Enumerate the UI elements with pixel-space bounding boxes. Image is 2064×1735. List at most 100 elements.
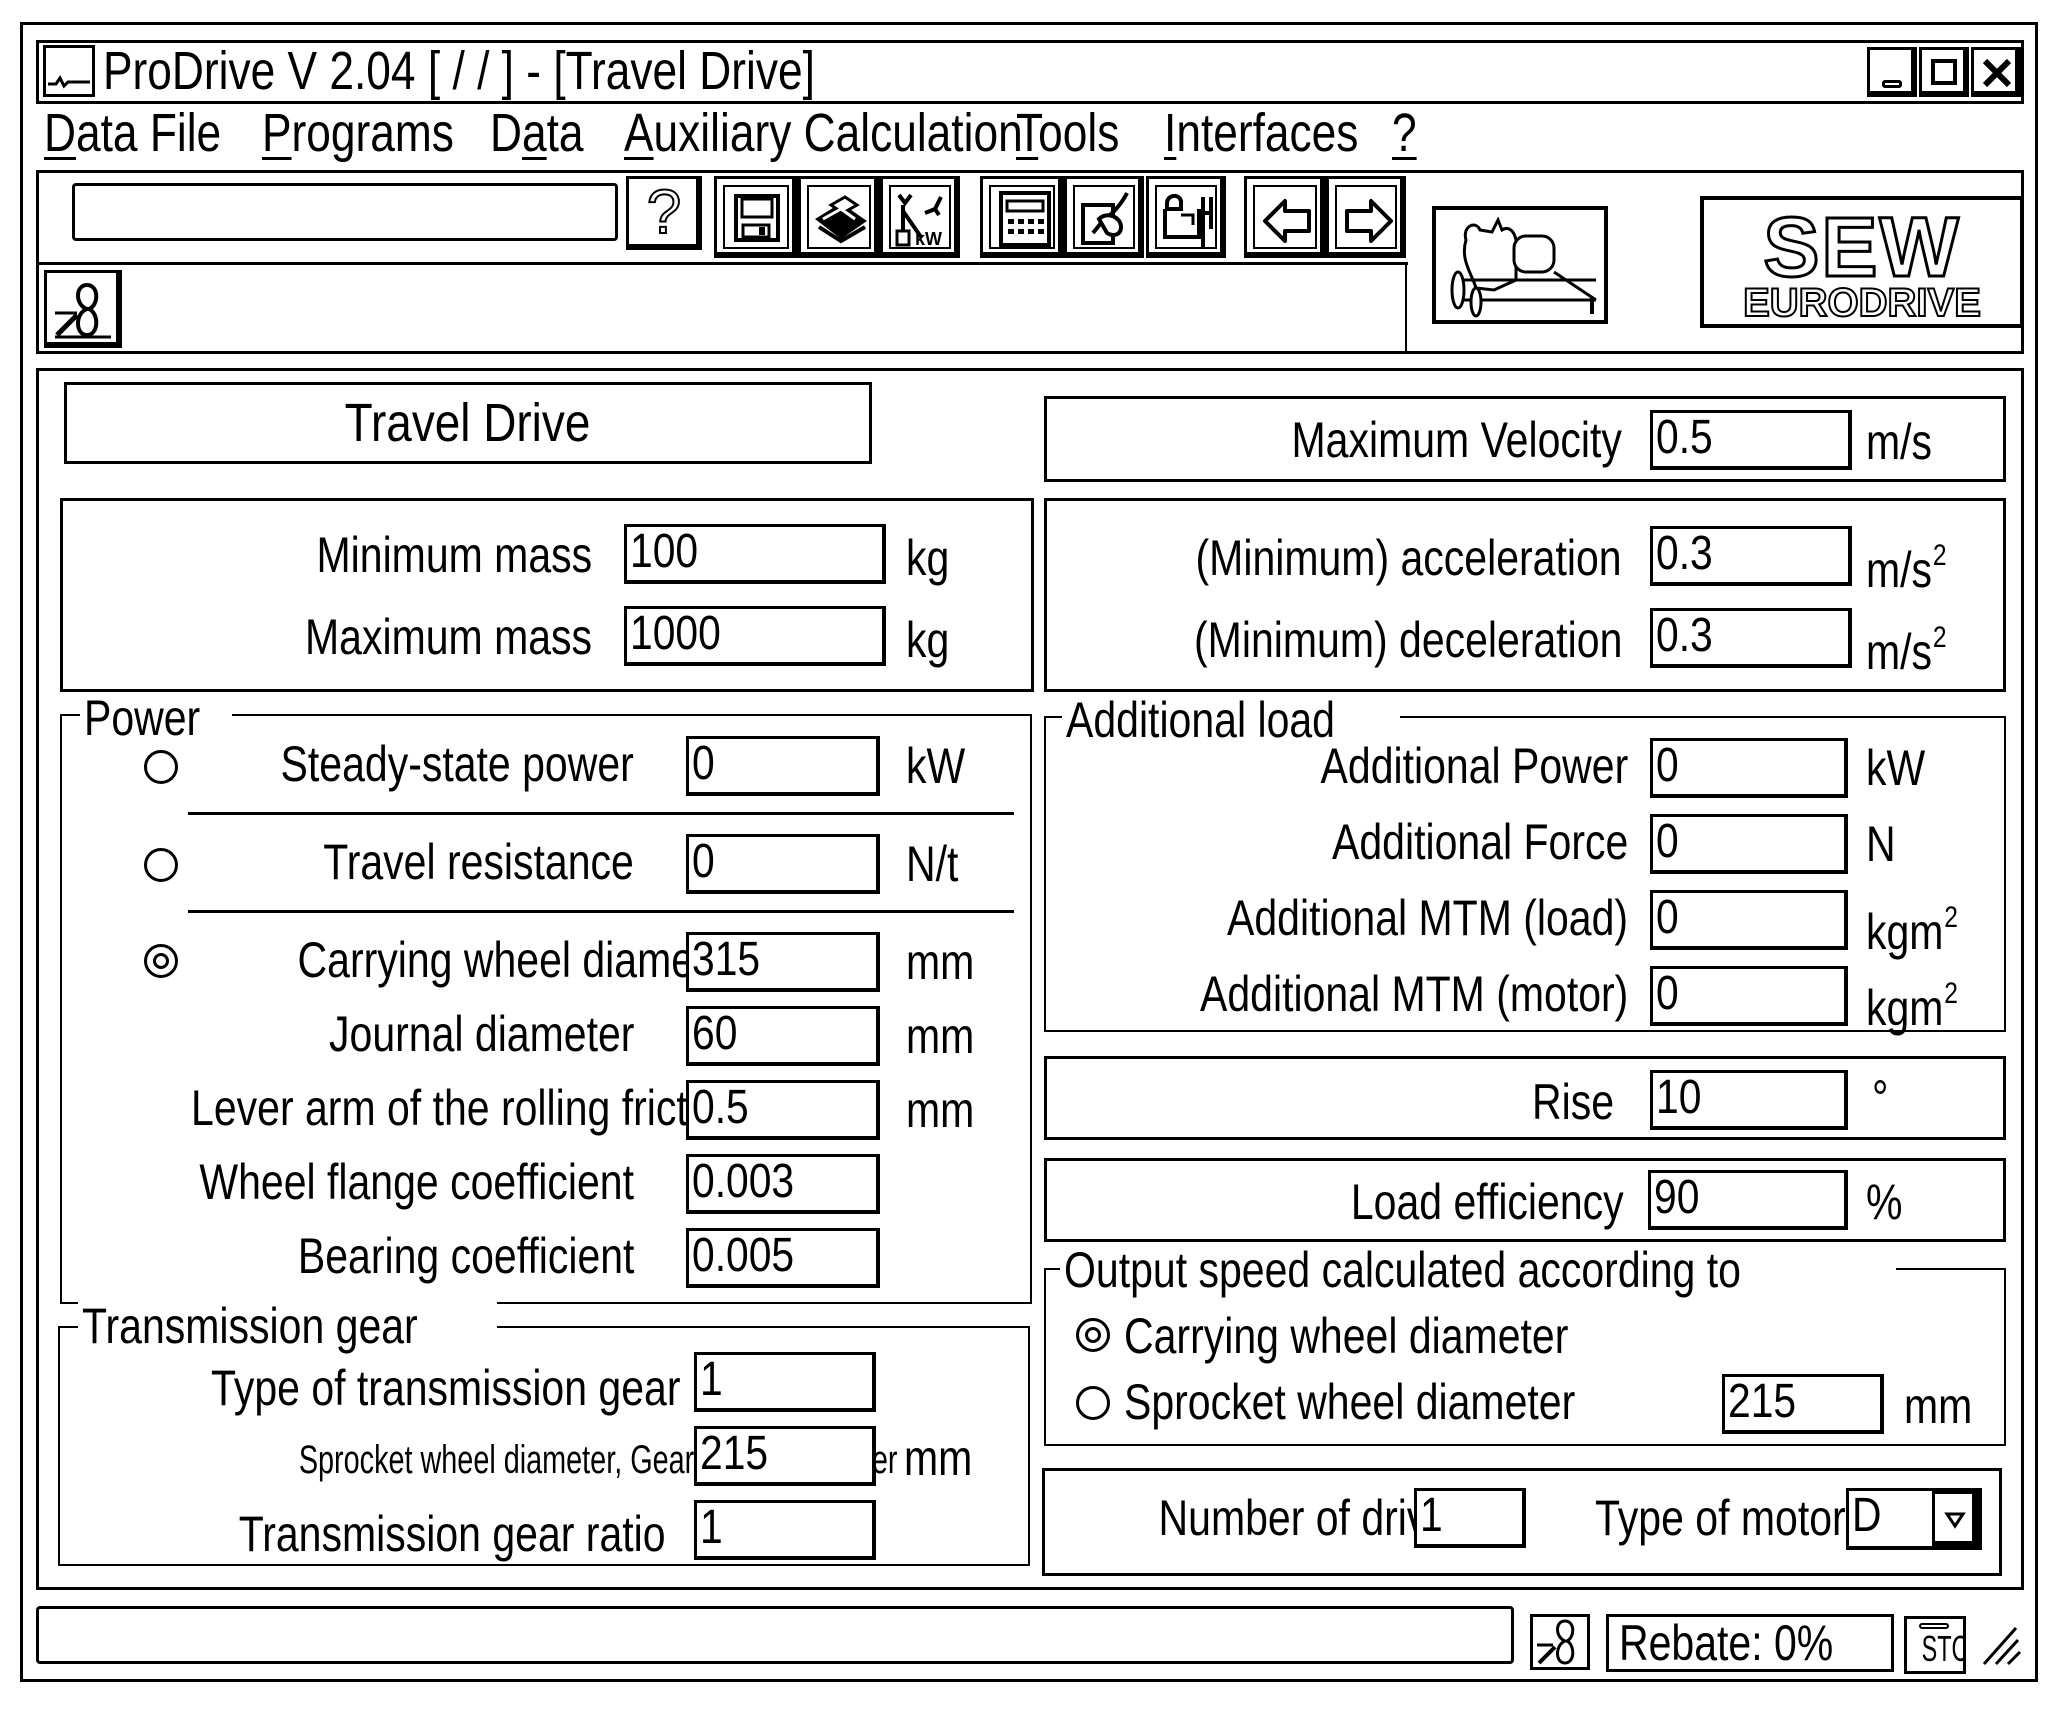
max-velocity-label: Maximum Velocity [1291,412,1622,468]
sprocket-gear-diameter-label: Sprocket wheel diameter, Gear wheel diam… [298,1438,898,1482]
steady-state-power-radio[interactable] [144,750,178,784]
additional-force-input[interactable]: 0 [1650,814,1848,874]
status-diagram-button[interactable] [1530,1614,1590,1670]
resize-grip-icon[interactable] [1980,1622,2024,1668]
sprocket-gear-diameter-input[interactable]: 215 [694,1426,876,1486]
carrying-wheel-label: Carrying wheel diameter [297,932,742,988]
load-efficiency-label: Load efficiency [1351,1174,1624,1230]
hourglass-chart-icon [55,282,111,339]
wheel-flange-input[interactable]: 0.003 [686,1154,880,1214]
min-deceleration-label: (Minimum) deceleration [1194,612,1623,668]
title-bar: ProDrive V 2.04 [ / / ] - [Travel Drive] [36,40,2024,104]
type-of-motor-label: Type of motor [1595,1490,1846,1546]
min-acceleration-input[interactable]: 0.3 [1650,526,1852,586]
output-sprocket-wheel-radio[interactable] [1076,1386,1110,1420]
wheel-flange-label: Wheel flange coefficient [199,1154,634,1210]
transmission-type-input[interactable]: 1 [694,1352,876,1412]
save-button[interactable] [714,176,798,258]
menu-programs[interactable]: Programs [262,103,496,163]
min-deceleration-input[interactable]: 0.3 [1650,608,1852,668]
menu-data[interactable]: Data [490,103,604,163]
carrying-wheel-unit: mm [906,934,975,990]
travel-resistance-input[interactable]: 0 [686,834,880,894]
output-sprocket-wheel-unit: mm [1904,1378,1973,1434]
back-button[interactable] [1244,176,1326,258]
close-button[interactable] [1971,47,2021,97]
additional-mtm-load-unit: kgm2 [1866,901,1958,960]
maximize-button[interactable] [1919,47,1969,97]
hourglass-chart-icon [1537,1619,1575,1665]
transmission-ratio-label: Transmission gear ratio [239,1506,666,1562]
drive-kw-icon: kW [895,193,943,249]
sew-eurodrive-logo: SEW EURODRIVE [1700,196,2024,328]
gear-unit-icon [1163,194,1213,247]
rise-input[interactable]: 10 [1650,1070,1848,1130]
max-velocity-input[interactable]: 0.5 [1650,410,1852,470]
additional-mtm-motor-input[interactable]: 0 [1650,966,1848,1026]
maximize-icon [1931,59,1957,85]
printer-icon [815,195,867,244]
print-button[interactable] [798,176,880,258]
stc-button[interactable]: STC [1904,1616,1966,1674]
min-mass-input[interactable]: 100 [624,524,886,584]
gear-unit-button[interactable] [1146,176,1226,258]
menu-interfaces[interactable]: Interfaces [1164,103,1401,163]
additional-mtm-load-label: Additional MTM (load) [1226,890,1628,946]
min-deceleration-unit: m/s2 [1866,621,1947,680]
logo-sew-text: SEW [1762,200,1961,294]
toolbar-divider [36,262,1408,265]
type-of-motor-dropdown-button[interactable] [1932,1491,1978,1546]
max-velocity-unit: m/s [1866,414,1933,470]
additional-mtm-motor-unit: kgm2 [1866,977,1958,1036]
menu-help[interactable]: ? [1392,103,1422,163]
rise-unit: ° [1872,1070,1889,1126]
additional-mtm-load-input[interactable]: 0 [1650,890,1848,950]
bearing-coefficient-input[interactable]: 0.005 [686,1228,880,1288]
output-carrying-wheel-radio[interactable] [1076,1318,1110,1352]
journal-diameter-input[interactable]: 60 [686,1006,880,1066]
load-efficiency-input[interactable]: 90 [1648,1170,1848,1230]
arrow-right-icon [1345,199,1393,243]
lever-arm-unit: mm [906,1082,975,1138]
menu-data-file[interactable]: Data File [44,103,260,163]
steady-state-power-unit: kW [906,738,966,794]
forward-button[interactable] [1326,176,1406,258]
toolbar-input[interactable] [72,183,618,241]
drive-selection-button[interactable]: kW [880,176,960,258]
pen-hand-icon [1081,192,1129,245]
transmission-legend: Transmission gear [78,1300,498,1352]
min-acceleration-label: (Minimum) acceleration [1195,530,1622,586]
steady-state-power-input[interactable]: 0 [686,736,880,796]
additional-power-label: Additional Power [1320,738,1628,794]
carrying-wheel-radio[interactable] [144,944,178,978]
app-icon[interactable] [43,45,95,97]
rebate-display: Rebate: 0% [1606,1614,1894,1672]
steady-state-power-label: Steady-state power [280,736,634,792]
calculator-icon [999,191,1051,247]
type-of-motor-select[interactable]: D [1846,1488,1982,1550]
minimize-button[interactable] [1867,47,1917,97]
power-separator-2 [188,910,1014,913]
help-button[interactable]: ? [626,176,702,250]
max-mass-input[interactable]: 1000 [624,606,886,666]
edit-button[interactable] [1064,176,1144,258]
stc-icon: STC [1921,1628,1966,1669]
additional-power-input[interactable]: 0 [1650,738,1848,798]
calculator-button[interactable] [980,176,1064,258]
sprocket-gear-diameter-unit: mm [904,1430,973,1486]
carrying-wheel-input[interactable]: 315 [686,932,880,992]
travel-resistance-radio[interactable] [144,848,178,882]
additional-force-label: Additional Force [1331,814,1628,870]
output-speed-legend: Output speed calculated according to [1060,1244,1896,1296]
output-sprocket-wheel-input[interactable]: 215 [1722,1374,1884,1434]
max-mass-label: Maximum mass [304,609,592,665]
number-of-drives-input[interactable]: 1 [1414,1488,1526,1548]
diagram-button[interactable] [44,270,122,348]
transmission-ratio-input[interactable]: 1 [694,1500,876,1560]
journal-diameter-label: Journal diameter [328,1006,634,1062]
menu-tools[interactable]: Tools [1016,103,1142,163]
lever-arm-input[interactable]: 0.5 [686,1080,880,1140]
waveform-icon [48,75,90,89]
form-title: Travel Drive [64,382,872,464]
chevron-down-icon [1944,1512,1966,1529]
